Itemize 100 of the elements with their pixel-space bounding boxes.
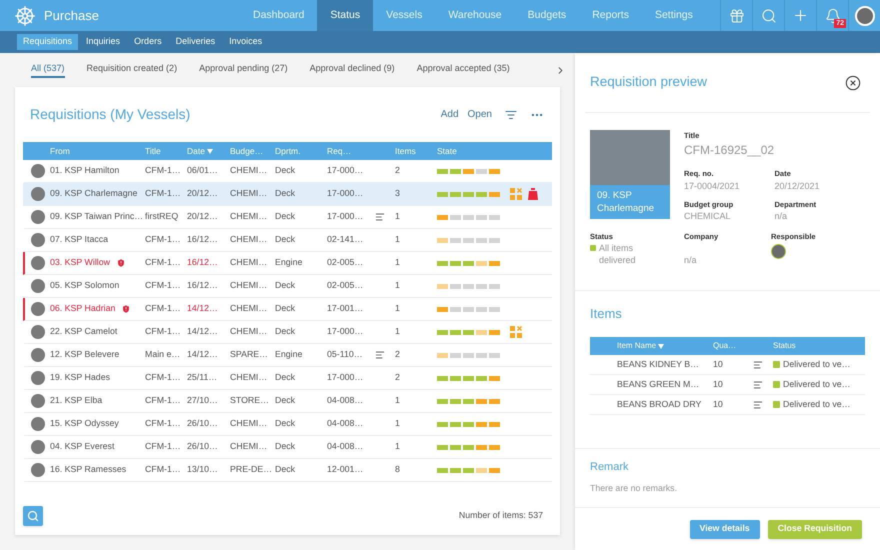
sub-nav-tab[interactable]: Inquiries: [80, 34, 126, 50]
table-cell-text: Delivered to ve…: [783, 398, 850, 411]
avatar-icon: [30, 164, 44, 178]
table-cell: Deck: [275, 395, 296, 406]
close-icon[interactable]: [845, 74, 861, 90]
note-icon: [753, 360, 763, 370]
filter-tab[interactable]: All (537): [31, 62, 65, 78]
table-cell-text: 21. KSP Elba: [50, 394, 102, 408]
avatar-icon: [30, 256, 44, 270]
table-cell: Engine: [275, 349, 302, 360]
table-row[interactable]: 07. KSP Itacca CFM-1… 16/12… CHEMI… Deck 02-141… 1: [23, 229, 552, 252]
table-row[interactable]: 09. KSP Charlemagne CFM-1… 20/12… CHEMI… Deck 17-000… 3: [23, 183, 552, 206]
column-header[interactable]: Title: [145, 144, 161, 158]
table-cell-text: 15. KSP Odyssey: [50, 417, 119, 430]
table-cell: CFM-1…: [145, 303, 181, 314]
column-header[interactable]: Items: [395, 144, 416, 158]
remark-text: There are no remarks.: [590, 482, 678, 495]
column-header[interactable]: Qua…: [713, 340, 736, 352]
field-value: CFM-16925__02: [684, 142, 776, 160]
table-row[interactable]: 06. KSP Hadrian CFM-1… 14/12… CHEMI… Deck 17-001… 1: [23, 298, 552, 321]
table-cell: 26/10…: [187, 441, 218, 452]
avatar-icon: [30, 279, 44, 293]
table-cell-text: 09. KSP Charlemagne: [50, 187, 138, 200]
item-row[interactable]: BEANS KIDNEY B… 10 Delivered to ve…: [590, 355, 865, 375]
table-row[interactable]: 05. KSP Solomon CFM-1… 16/12… CHEMI… Deck 02-005… 1: [23, 275, 552, 298]
filter-tab[interactable]: Approval pending (27): [199, 62, 288, 78]
table-cell: 04-008…: [327, 395, 364, 406]
table-row[interactable]: 15. KSP Odyssey CFM-1… 26/10… CHEMI… Deck 04-008… 1: [23, 413, 552, 436]
table-cell: CFM-1…: [145, 372, 181, 382]
table-cell: PRE-DE…: [230, 464, 272, 474]
table-row[interactable]: 03. KSP Willow CFM-1… 16/12… CHEMI… Engine 02-005… 1: [23, 252, 552, 275]
table-cell: 20/12…: [187, 188, 218, 198]
table-cell: 17-001…: [327, 303, 364, 314]
column-header[interactable]: From: [50, 144, 70, 158]
table-cell: 1: [395, 441, 400, 452]
table-row[interactable]: 09. KSP Taiwan Princ… firstREQ 20/12… CHEMI… Deck 17-000… 1: [23, 206, 552, 229]
sub-nav-tab[interactable]: Deliveries: [170, 34, 222, 50]
action-link[interactable]: Add: [440, 107, 459, 122]
table-cell-text: 22. KSP Camelot: [50, 325, 118, 338]
nav-tab[interactable]: Status: [317, 0, 374, 31]
sub-nav-tab[interactable]: Orders: [128, 34, 168, 50]
sort-down-icon: [206, 148, 213, 154]
table-cell: 17-000…: [327, 165, 364, 176]
sub-nav-tab[interactable]: Requisitions: [17, 34, 78, 50]
table-cell: Deck: [275, 280, 296, 290]
table-cell: 16/12…: [187, 257, 218, 268]
action-link[interactable]: Open: [468, 107, 492, 122]
table-cell: Main e…: [145, 349, 180, 360]
search-button[interactable]: [23, 506, 43, 526]
column-header[interactable]: Item Name: [617, 340, 664, 352]
table-cell: CFM-1…: [145, 326, 181, 336]
table-cell-text: 04. KSP Everest: [50, 440, 114, 454]
table-row[interactable]: 12. KSP Belevere Main e… 14/12… SPARE… Engine 05-110… 2: [23, 344, 552, 367]
filter-tab[interactable]: Approval declined (9): [310, 62, 395, 78]
search-icon: [760, 8, 776, 24]
section-title: Items: [590, 304, 623, 322]
card-title: Requisitions (My Vessels): [30, 105, 190, 124]
app-title: Purchase: [44, 6, 99, 25]
table-cell: 25/11…: [187, 372, 218, 382]
table-cell-text: BEANS BROAD DRY: [617, 398, 702, 411]
table-cell-text: 05. KSP Solomon: [50, 279, 120, 292]
avatar-icon: [30, 394, 44, 408]
table-cell: Engine: [275, 257, 302, 268]
sub-nav-tab[interactable]: Invoices: [223, 34, 268, 50]
avatar-icon: [30, 371, 44, 385]
note-icon: [375, 350, 385, 360]
table-row[interactable]: 16. KSP Ramesses CFM-1… 13/10… PRE-DE… Deck 12-001… 8: [23, 459, 552, 482]
avatar-icon: [854, 6, 874, 26]
filter-tab[interactable]: Approval accepted (35): [416, 62, 510, 78]
column-header[interactable]: Date: [187, 144, 213, 158]
column-header[interactable]: Status: [773, 340, 796, 352]
item-row[interactable]: BEANS BROAD DRY 10 Delivered to ve…: [590, 395, 865, 415]
item-row[interactable]: BEANS GREEN M… 10 Delivered to ve…: [590, 375, 865, 395]
table-cell-text: 10: [713, 398, 724, 411]
filter-icon[interactable]: [505, 108, 517, 120]
table-row[interactable]: 19. KSP Hades CFM-1… 25/11… CHEMI… Deck 17-000… 2: [23, 367, 552, 390]
logo-icon: [14, 4, 36, 26]
table-cell-text: 03. KSP Willow: [50, 256, 110, 270]
search-icon: [27, 510, 39, 522]
table-cell: 1: [395, 211, 400, 222]
table-cell: 2: [395, 349, 400, 360]
table-row[interactable]: 04. KSP Everest CFM-1… 26/10… CHEMI… Deck 04-008… 1: [23, 436, 552, 459]
table-cell-text: 07. KSP Itacca: [50, 233, 108, 246]
table-cell-text: 10: [713, 378, 724, 391]
item-count: Number of items: 537: [458, 509, 543, 522]
gift-icon: [728, 8, 744, 24]
filter-tab[interactable]: Requisition created (2): [86, 62, 178, 78]
column-header[interactable]: Dprtm.: [275, 144, 300, 158]
table-cell: 17-000…: [327, 188, 364, 198]
column-header[interactable]: Budge…: [230, 144, 264, 158]
field-value: CHEMICAL: [684, 210, 732, 224]
table-row[interactable]: 22. KSP Camelot CFM-1… 14/12… CHEMI… Deck 17-000… 1: [23, 321, 552, 344]
table-row[interactable]: 21. KSP Elba CFM-1… 27/10… STORE… Deck 04-008… 1: [23, 390, 552, 413]
table-cell: 13/10…: [187, 464, 218, 474]
column-header[interactable]: Req…: [327, 144, 352, 158]
table-cell: CHEMI…: [230, 165, 268, 176]
column-header[interactable]: State: [437, 144, 457, 158]
bag-icon: [528, 188, 538, 200]
avatar-icon: [30, 348, 44, 362]
view-details-button[interactable]: View details: [690, 520, 760, 538]
